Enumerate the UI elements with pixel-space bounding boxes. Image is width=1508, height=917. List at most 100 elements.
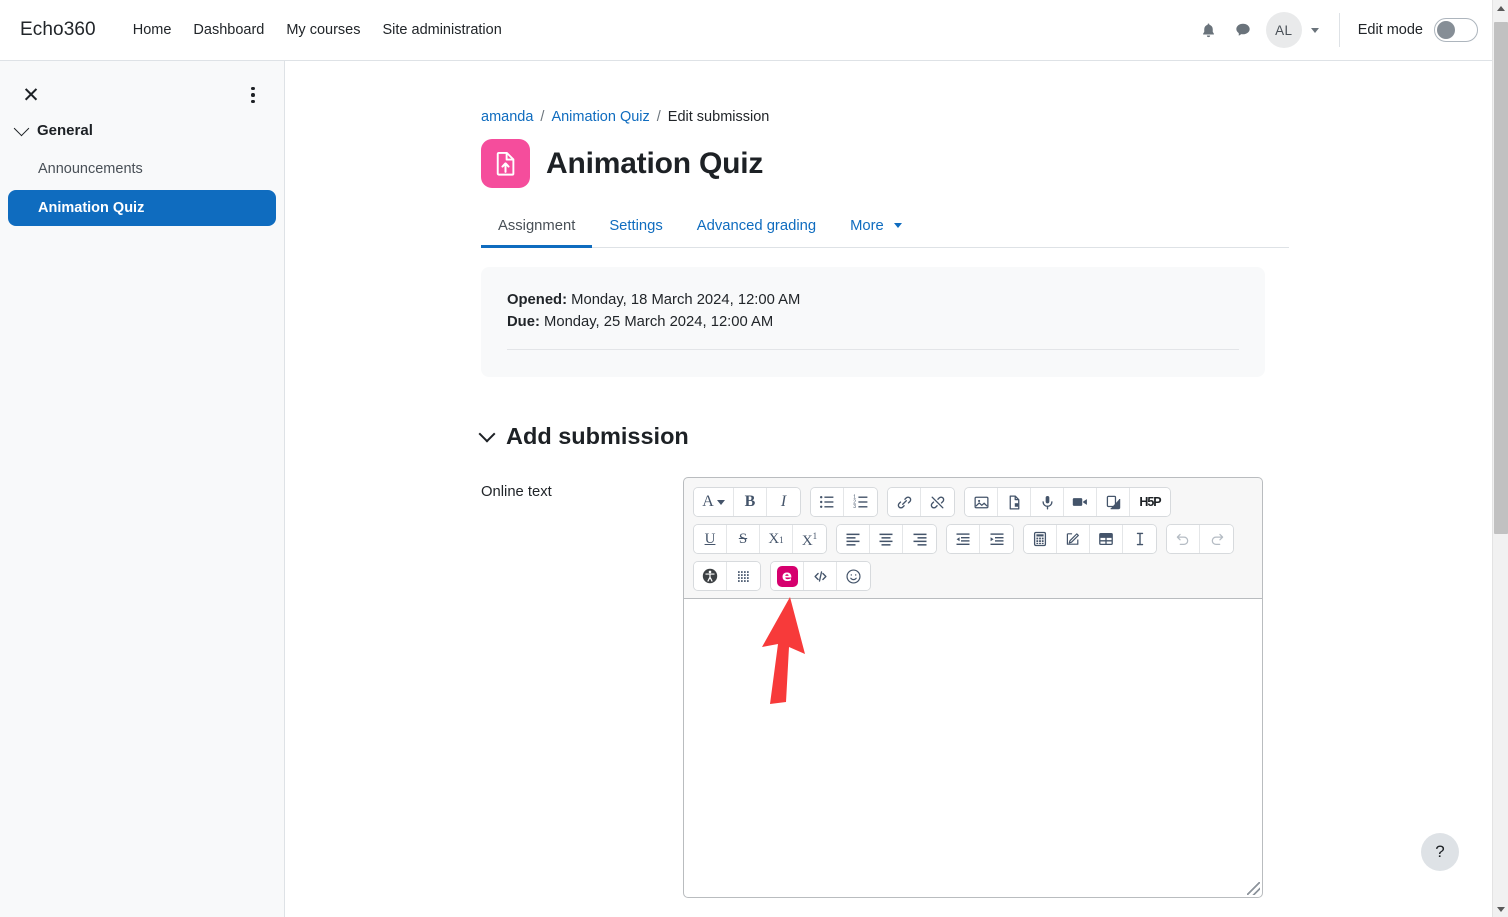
toolbar-group-text-style: A B I	[693, 487, 801, 517]
opened-date-row: Opened: Monday, 18 March 2024, 12:00 AM	[507, 289, 1239, 311]
numbered-list-icon[interactable]: 123	[844, 488, 877, 516]
course-section-label: General	[37, 122, 93, 139]
toolbar-group-insert	[1023, 524, 1157, 554]
scrollbar-thumb[interactable]	[1494, 22, 1508, 534]
echo360-glyph: e	[777, 566, 798, 587]
tab-label: More	[850, 218, 884, 234]
editor-resize-handle[interactable]	[1247, 882, 1260, 895]
sidebar-item-label: Announcements	[38, 161, 143, 177]
h5p-icon[interactable]: H5P	[1130, 488, 1170, 516]
nav-link-site-administration[interactable]: Site administration	[371, 16, 512, 44]
course-section-general[interactable]: General	[0, 113, 284, 148]
nav-link-my-courses[interactable]: My courses	[275, 16, 371, 44]
superscript-icon[interactable]: X1	[793, 525, 826, 553]
help-button-label: ?	[1435, 842, 1444, 862]
nav-link-home[interactable]: Home	[122, 16, 183, 44]
editor-toolbar: A B I 123	[683, 477, 1263, 598]
help-button[interactable]: ?	[1421, 833, 1459, 871]
assignment-upload-icon	[481, 139, 530, 188]
edit-mode-toggle[interactable]	[1434, 18, 1478, 42]
emoji-icon[interactable]	[837, 562, 870, 590]
image-icon[interactable]	[965, 488, 998, 516]
avatar: AL	[1266, 12, 1302, 48]
align-center-icon[interactable]	[870, 525, 903, 553]
toolbar-group-history	[1166, 524, 1234, 554]
sidebar-item-announcements[interactable]: Announcements	[8, 151, 276, 187]
due-label: Due:	[507, 314, 540, 330]
bulleted-list-icon[interactable]	[811, 488, 844, 516]
html-code-icon[interactable]	[804, 562, 837, 590]
chevron-down-icon	[1311, 28, 1319, 33]
page-content: amanda / Animation Quiz / Edit submissio…	[285, 61, 1295, 898]
subscript-icon[interactable]: X1	[760, 525, 793, 553]
kebab-menu-icon[interactable]	[240, 82, 266, 108]
nav-link-dashboard[interactable]: Dashboard	[182, 16, 275, 44]
align-left-icon[interactable]	[837, 525, 870, 553]
online-text-field-row: Online text A B I	[481, 477, 1295, 898]
chevron-down-icon	[479, 426, 496, 443]
toolbar-group-indent	[946, 524, 1014, 554]
file-icon[interactable]	[998, 488, 1031, 516]
navbar-right-cluster: AL Edit mode	[1192, 12, 1492, 48]
font-style-icon[interactable]: A	[694, 488, 734, 516]
browser-page: Echo360 Home Dashboard My courses Site a…	[0, 0, 1508, 917]
breadcrumb-item-animation-quiz[interactable]: Animation Quiz	[551, 109, 649, 125]
unlink-icon[interactable]	[921, 488, 954, 516]
copy-paste-icon[interactable]	[1097, 488, 1130, 516]
opened-value: Monday, 18 March 2024, 12:00 AM	[571, 292, 800, 308]
link-icon[interactable]	[888, 488, 921, 516]
sidebar-item-animation-quiz[interactable]: Animation Quiz	[8, 190, 276, 226]
scroll-down-arrow-icon[interactable]	[1493, 901, 1508, 917]
page-title: Animation Quiz	[546, 147, 763, 181]
italic-icon[interactable]: I	[767, 488, 800, 516]
notifications-bell-icon[interactable]	[1192, 13, 1226, 47]
close-icon[interactable]: ✕	[18, 82, 44, 108]
clear-formatting-icon[interactable]	[1123, 525, 1156, 553]
bold-icon[interactable]: B	[734, 488, 767, 516]
add-submission-heading[interactable]: Add submission	[481, 423, 1295, 450]
microphone-icon[interactable]	[1031, 488, 1064, 516]
equation-icon[interactable]	[1024, 525, 1057, 553]
site-brand[interactable]: Echo360	[20, 19, 96, 41]
breadcrumb-item-amanda[interactable]: amanda	[481, 109, 533, 125]
scroll-up-arrow-icon[interactable]	[1493, 0, 1508, 16]
toolbar-row-1: A B I 123	[693, 487, 1253, 517]
chevron-down-icon	[14, 121, 30, 137]
accessibility-checker-icon[interactable]	[694, 562, 727, 590]
tab-advanced-grading[interactable]: Advanced grading	[680, 208, 833, 248]
draw-icon[interactable]	[1057, 525, 1090, 553]
messages-bubble-icon[interactable]	[1226, 13, 1260, 47]
redo-icon[interactable]	[1200, 525, 1233, 553]
toolbar-group-embed: e	[770, 561, 871, 591]
edit-mode-control[interactable]: Edit mode	[1358, 18, 1478, 42]
opened-label: Opened:	[507, 292, 567, 308]
underline-icon[interactable]: U	[694, 525, 727, 553]
online-text-editor-area[interactable]	[683, 598, 1263, 898]
tab-assignment[interactable]: Assignment	[481, 208, 592, 248]
user-menu[interactable]: AL	[1266, 12, 1319, 48]
undo-icon[interactable]	[1167, 525, 1200, 553]
due-date-row: Due: Monday, 25 March 2024, 12:00 AM	[507, 311, 1239, 333]
primary-nav: Home Dashboard My courses Site administr…	[122, 16, 513, 44]
page-header: Animation Quiz	[481, 139, 1295, 188]
chevron-down-icon	[894, 223, 902, 228]
tab-settings[interactable]: Settings	[592, 208, 679, 248]
indent-icon[interactable]	[980, 525, 1013, 553]
outdent-icon[interactable]	[947, 525, 980, 553]
add-submission-title: Add submission	[506, 423, 689, 450]
video-camera-icon[interactable]	[1064, 488, 1097, 516]
tab-more[interactable]: More	[833, 208, 919, 248]
strikethrough-icon[interactable]: S	[727, 525, 760, 553]
table-icon[interactable]	[1090, 525, 1123, 553]
align-right-icon[interactable]	[903, 525, 936, 553]
tab-label: Advanced grading	[697, 218, 816, 234]
toggle-knob	[1437, 21, 1455, 39]
toolbar-group-alignment	[836, 524, 937, 554]
breadcrumb-item-edit-submission: Edit submission	[668, 109, 770, 125]
toolbar-group-font-effects: U S X1 X1	[693, 524, 827, 554]
edit-mode-label: Edit mode	[1358, 22, 1423, 38]
due-value: Monday, 25 March 2024, 12:00 AM	[544, 314, 773, 330]
vertical-scrollbar[interactable]	[1492, 0, 1508, 917]
special-character-icon[interactable]	[727, 562, 760, 590]
echo360-icon[interactable]: e	[771, 562, 804, 590]
